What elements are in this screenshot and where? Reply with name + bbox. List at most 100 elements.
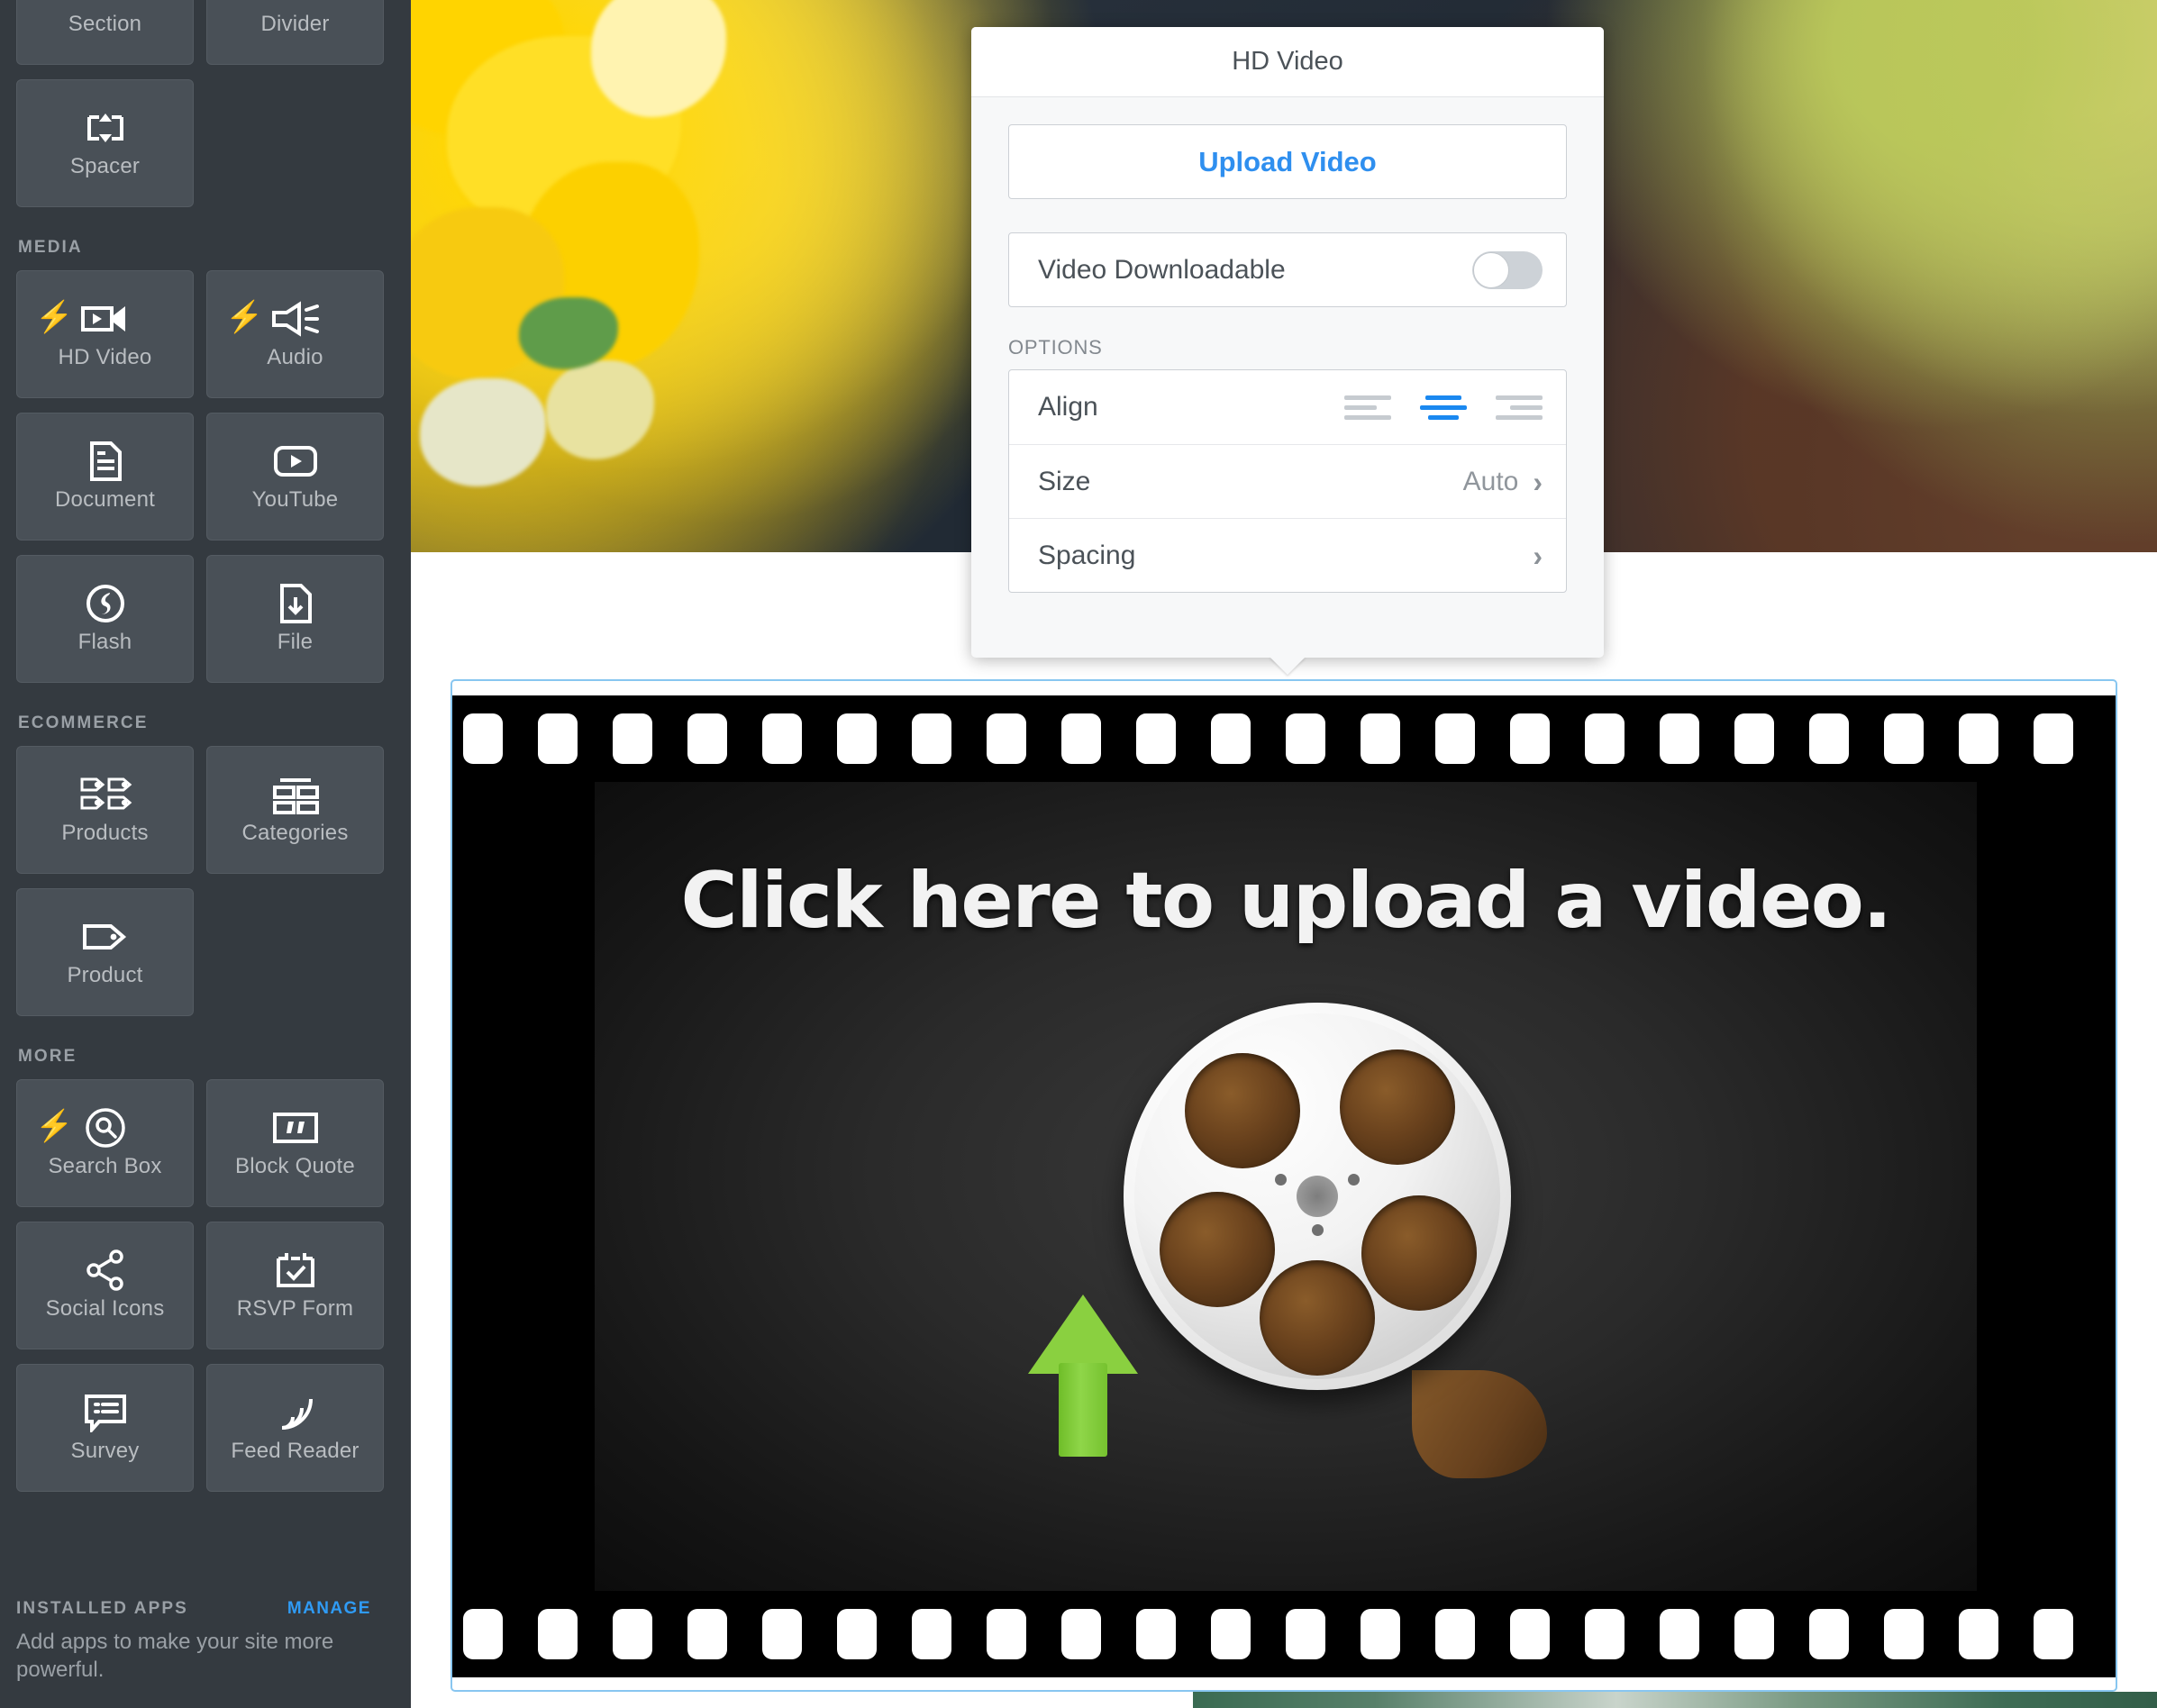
- manage-apps-link[interactable]: MANAGE: [287, 1599, 371, 1619]
- quote-icon: [271, 1107, 320, 1149]
- sidebar-tile-flash[interactable]: Flash: [16, 555, 194, 683]
- perforation: [687, 1609, 727, 1659]
- sidebar-tile-label: File: [277, 630, 314, 654]
- video-element-block[interactable]: Click here to upload a video.: [451, 679, 2117, 1692]
- align-right-button[interactable]: [1496, 391, 1543, 423]
- sidebar-tile-label: RSVP Form: [236, 1296, 354, 1321]
- align-center-button[interactable]: [1420, 391, 1467, 423]
- sidebar-tile-youtube[interactable]: YouTube: [206, 413, 384, 541]
- sidebar-tile-feed-reader[interactable]: Feed Reader: [206, 1364, 384, 1492]
- option-row-size[interactable]: Size Auto ›: [1009, 444, 1566, 518]
- sidebar-tile-divider[interactable]: Divider: [206, 0, 384, 65]
- option-row-align[interactable]: Align: [1009, 370, 1566, 444]
- sidebar-tile-products[interactable]: Products: [16, 746, 194, 874]
- sidebar-tile-spacer[interactable]: Spacer: [16, 79, 194, 207]
- document-icon: [86, 441, 125, 482]
- installed-apps-title: INSTALLED APPS: [16, 1598, 188, 1618]
- perforation: [837, 1609, 877, 1659]
- perforation: [912, 713, 951, 764]
- sidebar-tile-search-box[interactable]: ⚡ Search Box: [16, 1079, 194, 1207]
- sidebar-tile-label: Survey: [70, 1439, 140, 1463]
- sidebar-tile-hd-video[interactable]: ⚡ HD Video: [16, 270, 194, 398]
- upload-video-button[interactable]: Upload Video: [1008, 124, 1567, 199]
- perforation: [1061, 713, 1101, 764]
- perforation: [1510, 713, 1550, 764]
- film-tail: [1412, 1370, 1547, 1478]
- pro-bolt-icon: ⚡: [35, 1109, 74, 1143]
- upload-arrow-icon: [1028, 1295, 1138, 1457]
- search-circle-icon: [84, 1107, 127, 1149]
- perforation: [762, 713, 802, 764]
- sidebar-tile-survey[interactable]: Survey: [16, 1364, 194, 1492]
- sidebar-tile-product[interactable]: Product: [16, 888, 194, 1016]
- youtube-icon: [272, 441, 319, 482]
- perforation: [1884, 1609, 1924, 1659]
- upload-video-label: Upload Video: [1198, 145, 1377, 177]
- sidebar-tile-block-quote[interactable]: Block Quote: [206, 1079, 384, 1207]
- sidebar-tile-social-icons[interactable]: Social Icons: [16, 1222, 194, 1349]
- sidebar-tile-label: Feed Reader: [231, 1439, 360, 1463]
- perforation: [1585, 1609, 1625, 1659]
- popup-pointer-arrow: [1270, 657, 1306, 675]
- perforation: [1959, 713, 1998, 764]
- spacing-value-group: ›: [1533, 541, 1543, 570]
- speaker-icon: [270, 298, 321, 340]
- options-card: Align Size Auto › Spacing ›: [1008, 369, 1567, 593]
- size-label: Size: [1038, 466, 1091, 496]
- sidebar-tile-label: Search Box: [48, 1154, 162, 1178]
- products-tags-icon: [78, 774, 132, 815]
- perforation: [1809, 713, 1849, 764]
- perforation: [613, 713, 652, 764]
- pro-bolt-icon: ⚡: [225, 300, 264, 334]
- divider-icon: [275, 0, 316, 6]
- video-upload-dropzone[interactable]: Click here to upload a video.: [595, 782, 1977, 1591]
- sidebar-top-tiles: Section Divider Spacer: [16, 0, 395, 207]
- perforation: [1660, 1609, 1699, 1659]
- survey-icon: [83, 1392, 128, 1433]
- reel-pin: [1348, 1174, 1360, 1186]
- video-downloadable-toggle[interactable]: [1472, 250, 1543, 289]
- chevron-right-icon: ›: [1533, 465, 1543, 498]
- film-perforations-bottom: [452, 1591, 2116, 1677]
- rss-icon: [275, 1392, 316, 1433]
- sidebar-tile-document[interactable]: Document: [16, 413, 194, 541]
- size-value: Auto: [1462, 466, 1519, 496]
- reel-hole: [1361, 1195, 1477, 1311]
- section-icon: [85, 0, 126, 6]
- reel-pin: [1275, 1174, 1287, 1186]
- sidebar-tile-label: YouTube: [251, 487, 339, 512]
- sidebar-tile-rsvp-form[interactable]: RSVP Form: [206, 1222, 384, 1349]
- reel-pin: [1312, 1224, 1324, 1236]
- reel-hole: [1185, 1053, 1300, 1168]
- sidebar-tile-audio[interactable]: ⚡ Audio: [206, 270, 384, 398]
- sidebar-tile-label: Product: [67, 963, 143, 987]
- video-downloadable-row[interactable]: Video Downloadable: [1008, 232, 1567, 307]
- perforation: [1884, 713, 1924, 764]
- perforation: [1734, 713, 1774, 764]
- sidebar-tile-section[interactable]: Section: [16, 0, 194, 65]
- align-left-button[interactable]: [1344, 391, 1391, 423]
- perforation: [1435, 713, 1475, 764]
- video-downloadable-label: Video Downloadable: [1038, 254, 1286, 285]
- sidebar-tile-label: Audio: [267, 345, 323, 369]
- option-row-spacing[interactable]: Spacing ›: [1009, 518, 1566, 592]
- next-content-image[interactable]: [1193, 1692, 2157, 1708]
- perforation: [1734, 1609, 1774, 1659]
- perforation: [1286, 1609, 1325, 1659]
- popup-body: Upload Video Video Downloadable OPTIONS …: [971, 97, 1604, 593]
- sidebar-tile-file[interactable]: File: [206, 555, 384, 683]
- perforation: [2034, 713, 2073, 764]
- file-download-icon: [276, 583, 315, 624]
- sidebar-section-title-media: MEDIA: [18, 238, 83, 257]
- size-value-group: Auto ›: [1463, 467, 1543, 497]
- perforation: [1660, 713, 1699, 764]
- sidebar-section-title-ecommerce: ECOMMERCE: [18, 713, 149, 732]
- perforation: [538, 713, 578, 764]
- sidebar-tile-label: HD Video: [58, 345, 152, 369]
- perforation: [912, 1609, 951, 1659]
- sidebar-tile-categories[interactable]: Categories: [206, 746, 384, 874]
- sidebar-tile-label: Spacer: [69, 154, 141, 178]
- sidebar-media-tiles: ⚡ HD Video ⚡ Audio Document YouTube Flas…: [16, 270, 395, 683]
- sidebar-scroll-content: Section Divider Spacer MEDIA ⚡ HD Video …: [0, 0, 411, 1654]
- align-label: Align: [1038, 392, 1098, 422]
